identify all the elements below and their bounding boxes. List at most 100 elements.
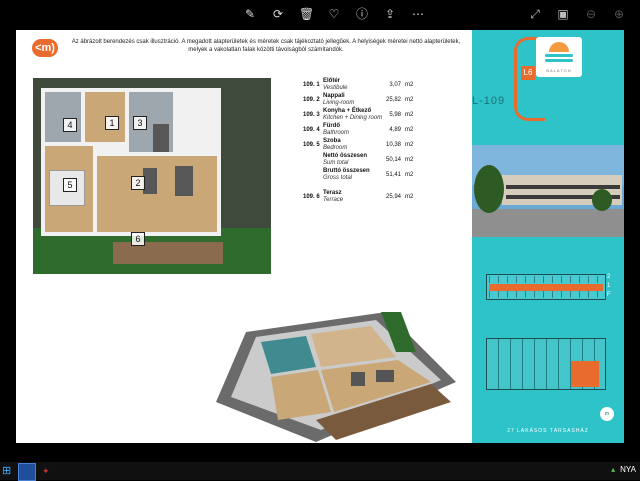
toolbar-left-group: ✎ ⟳ 🗑 ♡ ⓘ ⇪ ⋯ xyxy=(243,7,425,21)
total-row-net: Nettó összesen Sum total 50,14 m2 xyxy=(303,153,433,167)
room-row: 109. 5 Szoba Bedroom 10,38 m2 xyxy=(303,138,433,152)
building-floor-map xyxy=(486,338,606,390)
room-area: 10,38 xyxy=(385,142,401,148)
building-render-photo xyxy=(472,145,624,237)
rotate-icon[interactable]: ⟳ xyxy=(271,7,285,21)
fit-icon[interactable]: ▣ xyxy=(556,7,570,21)
room-name: Szoba xyxy=(323,138,341,144)
block-label: L6 xyxy=(521,66,535,80)
tree xyxy=(474,165,504,213)
room-area: 3,07 xyxy=(389,82,401,88)
terrace-row: 109. 6 Terasz Terrace 25,94 m2 xyxy=(303,190,433,204)
sofa-3d xyxy=(376,370,394,382)
share-icon[interactable]: ⇪ xyxy=(383,7,397,21)
delete-icon[interactable]: 🗑 xyxy=(299,7,314,21)
room-name-en: Terrace xyxy=(323,197,344,203)
armchair-3d xyxy=(351,372,365,386)
sofa xyxy=(175,166,193,196)
room-name: Nappali xyxy=(323,93,345,99)
room-number-6: 6 xyxy=(131,232,145,246)
network-icon[interactable]: ▴ xyxy=(611,465,615,474)
viewer-margin-left xyxy=(0,30,16,443)
room-area: 4,89 xyxy=(389,127,401,133)
floor-row xyxy=(489,291,603,298)
dining-table xyxy=(153,124,169,152)
room-num: 109. 2 xyxy=(303,97,320,103)
sun-icon xyxy=(549,42,569,52)
zoom-out-icon[interactable]: ⊖ xyxy=(584,7,598,21)
heart-icon[interactable]: ♡ xyxy=(327,7,341,21)
room-num: 109. 4 xyxy=(303,127,320,133)
total-name-en: Sum total xyxy=(323,160,349,166)
company-logo: <m) xyxy=(32,39,58,57)
wave-icon xyxy=(545,59,573,62)
viewer-toolbar: ✎ ⟳ 🗑 ♡ ⓘ ⇪ ⋯ ⤢ ▣ ⊖ ⊕ xyxy=(0,0,640,30)
app-icon[interactable]: ✦ xyxy=(42,465,54,477)
project-side-panel: L6 BALATON L-109 2 1 F m 27 LAKÁSOS TÁRS… xyxy=(472,30,624,443)
room-unit: m2 xyxy=(405,194,414,200)
fullscreen-icon[interactable]: ⤢ xyxy=(528,7,542,21)
room-num: 109. 6 xyxy=(303,194,320,200)
wave-icon xyxy=(545,54,573,57)
document-page: <m) Az ábrázolt berendezés csak illusztr… xyxy=(16,30,472,443)
draw-icon[interactable]: ✎ xyxy=(243,7,257,21)
highlighted-floor xyxy=(489,284,603,291)
room-name-en: Bathroom xyxy=(323,130,350,136)
room-row: 109. 3 Konyha + Étkező Kitchen + Dining … xyxy=(303,108,433,122)
terrace-deck xyxy=(113,242,223,264)
room-name: Fürdő xyxy=(323,123,340,129)
room-name: Konyha + Étkező xyxy=(323,108,372,114)
room-row: 109. 4 Fürdő Bathroom 4,89 m2 xyxy=(303,123,433,137)
photos-app-icon[interactable] xyxy=(18,463,36,481)
room-num: 109. 1 xyxy=(303,82,320,88)
bathroom-floor xyxy=(45,92,81,142)
disclaimer-text: Az ábrázolt berendezés csak illusztráció… xyxy=(71,39,461,53)
language-indicator[interactable]: NYA xyxy=(620,465,636,474)
highlighted-unit xyxy=(571,361,599,387)
more-icon[interactable]: ⋯ xyxy=(411,7,425,21)
zoom-in-icon[interactable]: ⊕ xyxy=(612,7,626,21)
room-area: 25,94 xyxy=(385,194,401,200)
project-caption: 27 LAKÁSOS TÁRSASHÁZ xyxy=(507,428,589,434)
room-name: Előtér xyxy=(323,78,341,84)
room-name-en: Kitchen + Dining room xyxy=(323,115,383,121)
room-number-4: 4 xyxy=(63,118,77,132)
floor-row xyxy=(489,276,603,283)
floor-mark: F xyxy=(607,292,611,298)
room-area: 25,82 xyxy=(385,97,401,103)
info-icon[interactable]: ⓘ xyxy=(355,7,369,21)
viewer-margin-right xyxy=(624,30,640,443)
room-number-5: 5 xyxy=(63,178,77,192)
room-unit: m2 xyxy=(405,142,414,148)
tree xyxy=(592,189,612,211)
room-row: 109. 1 Előtér Vestibule 3,07 m2 xyxy=(303,78,433,92)
room-unit: m2 xyxy=(405,112,414,118)
unit-id: L-109 xyxy=(472,95,506,107)
building-elevation-map xyxy=(486,274,606,300)
total-area: 51,41 xyxy=(385,172,401,178)
room-number-3: 3 xyxy=(133,116,147,130)
logo-text: BALATON xyxy=(546,68,572,73)
total-area: 50,14 xyxy=(385,157,401,163)
total-row-gross: Bruttó összesen Gross total 51,41 m2 xyxy=(303,168,433,182)
taskbar: ⊞ ✦ ▴ NYA xyxy=(0,462,640,481)
armchair xyxy=(143,168,157,194)
floor-plan-2d: 1 2 3 4 5 6 xyxy=(33,78,271,274)
brand-badge: m xyxy=(600,407,614,421)
floor-plan-3d xyxy=(216,312,456,442)
room-unit: m2 xyxy=(405,82,414,88)
room-num: 109. 3 xyxy=(303,112,320,118)
start-icon[interactable]: ⊞ xyxy=(2,465,14,477)
room-name-en: Bedroom xyxy=(323,145,348,151)
total-unit: m2 xyxy=(405,157,414,163)
total-name-en: Gross total xyxy=(323,175,353,181)
total-unit: m2 xyxy=(405,172,414,178)
room-name: Terasz xyxy=(323,190,342,196)
system-tray: ▴ NYA xyxy=(611,465,636,474)
room-name-en: Vestibule xyxy=(323,85,348,91)
room-unit: m2 xyxy=(405,97,414,103)
room-area: 5,98 xyxy=(389,112,401,118)
room-name-en: Living-room xyxy=(323,100,355,106)
room-number-1: 1 xyxy=(105,116,119,130)
floor-mark: 1 xyxy=(607,283,611,289)
